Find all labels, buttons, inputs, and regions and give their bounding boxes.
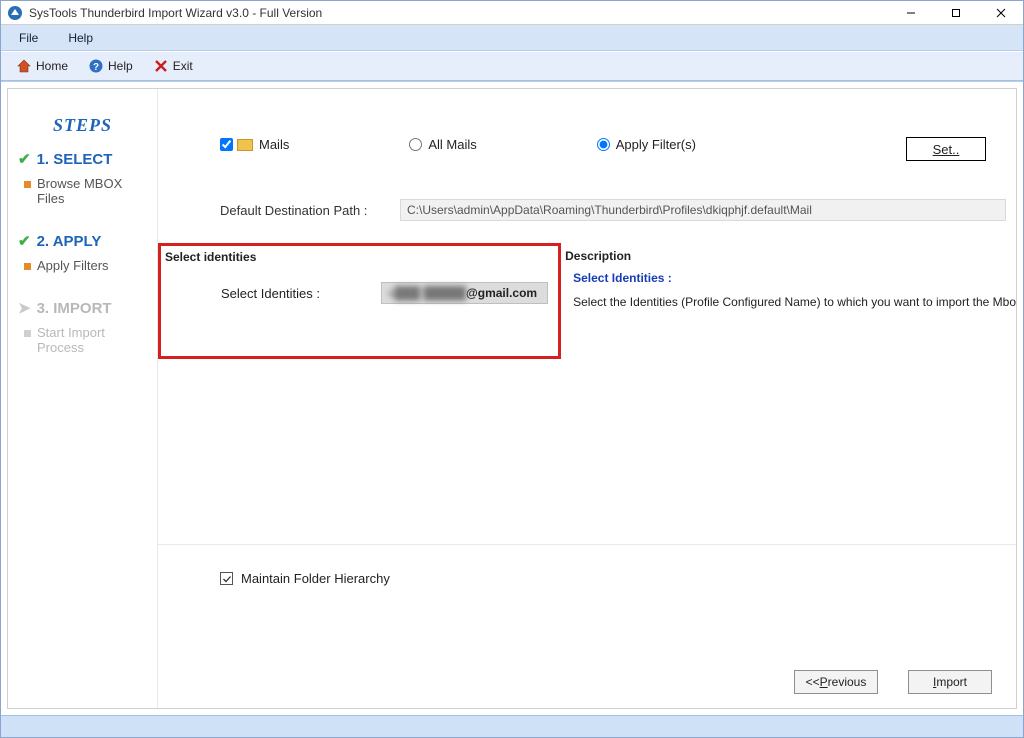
maintain-checkbox[interactable]	[220, 572, 233, 585]
toolbar-help-label: Help	[108, 59, 133, 73]
step-3[interactable]: ➤ 3. IMPORT Start Import Process	[18, 299, 147, 355]
previous-button-pre: <<	[806, 675, 820, 689]
check-icon: ✔	[18, 150, 31, 168]
apply-filters-radio[interactable]	[597, 138, 610, 151]
select-identities-group-label: Select identities	[165, 250, 256, 264]
toolbar-exit-label: Exit	[173, 59, 193, 73]
apply-filters-label: Apply Filter(s)	[616, 137, 696, 152]
select-identities-label: Select Identities :	[221, 286, 381, 301]
destination-path-field[interactable]: C:\Users\admin\AppData\Roaming\Thunderbi…	[400, 199, 1006, 221]
home-icon	[16, 58, 32, 74]
step-1-sub: Browse MBOX Files	[37, 176, 147, 206]
mails-checkbox[interactable]	[220, 138, 233, 151]
maintain-row: Maintain Folder Hierarchy	[220, 571, 390, 586]
toolbar: Home ? Help Exit	[1, 51, 1023, 81]
mails-label: Mails	[259, 137, 289, 152]
window-buttons	[888, 1, 1023, 25]
previous-button-post: revious	[828, 675, 867, 689]
bullet-icon	[24, 263, 31, 270]
import-button-post: mport	[936, 675, 967, 689]
step-2-label: 2. APPLY	[37, 233, 102, 250]
menubar: File Help	[1, 25, 1023, 51]
step-2[interactable]: ✔ 2. APPLY Apply Filters	[18, 232, 147, 273]
destination-path-label: Default Destination Path :	[220, 203, 400, 218]
import-button[interactable]: Import	[908, 670, 992, 694]
apply-filters-radio-wrap[interactable]: Apply Filter(s)	[597, 137, 696, 152]
folder-icon	[237, 139, 253, 151]
description-panel: Description Select Identities : Select t…	[561, 243, 1016, 448]
middle-row: Select identities Select Identities : s█…	[158, 243, 1016, 448]
maximize-button[interactable]	[933, 1, 978, 25]
main-frame: STEPS ✔ 1. SELECT Browse MBOX Files ✔ 2. A…	[7, 88, 1017, 709]
window-titlebar: SysTools Thunderbird Import Wizard v3.0 …	[1, 1, 1023, 25]
toolbar-help[interactable]: ? Help	[79, 54, 142, 78]
content-area: Mails All Mails Apply Filter(s) Set.. De…	[158, 89, 1016, 708]
previous-button-u: P	[820, 675, 828, 689]
main-outer: STEPS ✔ 1. SELECT Browse MBOX Files ✔ 2. A…	[1, 81, 1023, 715]
description-title: Description	[565, 249, 1016, 263]
maintain-label: Maintain Folder Hierarchy	[241, 571, 390, 586]
options-row: Mails All Mails Apply Filter(s) Set..	[220, 137, 1006, 152]
description-subtitle: Select Identities :	[573, 271, 1016, 285]
bullet-icon	[24, 330, 31, 337]
status-bar	[1, 715, 1023, 737]
app-icon	[7, 5, 23, 21]
identity-value-suffix: @gmail.com	[466, 286, 537, 300]
set-button[interactable]: Set..	[906, 137, 986, 161]
arrow-icon: ➤	[18, 299, 31, 317]
divider	[158, 544, 1016, 545]
menu-file[interactable]: File	[9, 28, 48, 48]
select-identities-dropdown[interactable]: s███ █████ @gmail.com	[381, 282, 548, 304]
steps-heading: STEPS	[18, 115, 147, 136]
step-1-label: 1. SELECT	[37, 151, 113, 168]
step-2-sub: Apply Filters	[37, 258, 109, 273]
destination-path-row: Default Destination Path : C:\Users\admi…	[220, 199, 1006, 221]
svg-text:?: ?	[93, 62, 99, 73]
all-mails-label: All Mails	[428, 137, 476, 152]
select-identities-group: Select identities Select Identities : s█…	[158, 243, 561, 359]
bullet-icon	[24, 181, 31, 188]
exit-icon	[153, 58, 169, 74]
help-icon: ?	[88, 58, 104, 74]
all-mails-radio-wrap[interactable]: All Mails	[409, 137, 476, 152]
all-mails-radio[interactable]	[409, 138, 422, 151]
set-button-label: Set..	[933, 142, 960, 157]
step-1[interactable]: ✔ 1. SELECT Browse MBOX Files	[18, 150, 147, 206]
toolbar-exit[interactable]: Exit	[144, 54, 202, 78]
menu-help[interactable]: Help	[58, 28, 103, 48]
minimize-button[interactable]	[888, 1, 933, 25]
check-icon: ✔	[18, 232, 31, 250]
description-text: Select the Identities (Profile Configure…	[573, 295, 1016, 309]
step-3-sub: Start Import Process	[37, 325, 147, 355]
previous-button[interactable]: <<Previous	[794, 670, 878, 694]
toolbar-home-label: Home	[36, 59, 68, 73]
nav-button-row: <<Previous Import	[794, 670, 992, 694]
toolbar-home[interactable]: Home	[7, 54, 77, 78]
steps-sidebar: STEPS ✔ 1. SELECT Browse MBOX Files ✔ 2. A…	[8, 89, 158, 708]
identity-value-blurred: s███ █████	[388, 286, 466, 300]
window-title: SysTools Thunderbird Import Wizard v3.0 …	[29, 6, 888, 20]
close-button[interactable]	[978, 1, 1023, 25]
step-3-label: 3. IMPORT	[37, 300, 112, 317]
